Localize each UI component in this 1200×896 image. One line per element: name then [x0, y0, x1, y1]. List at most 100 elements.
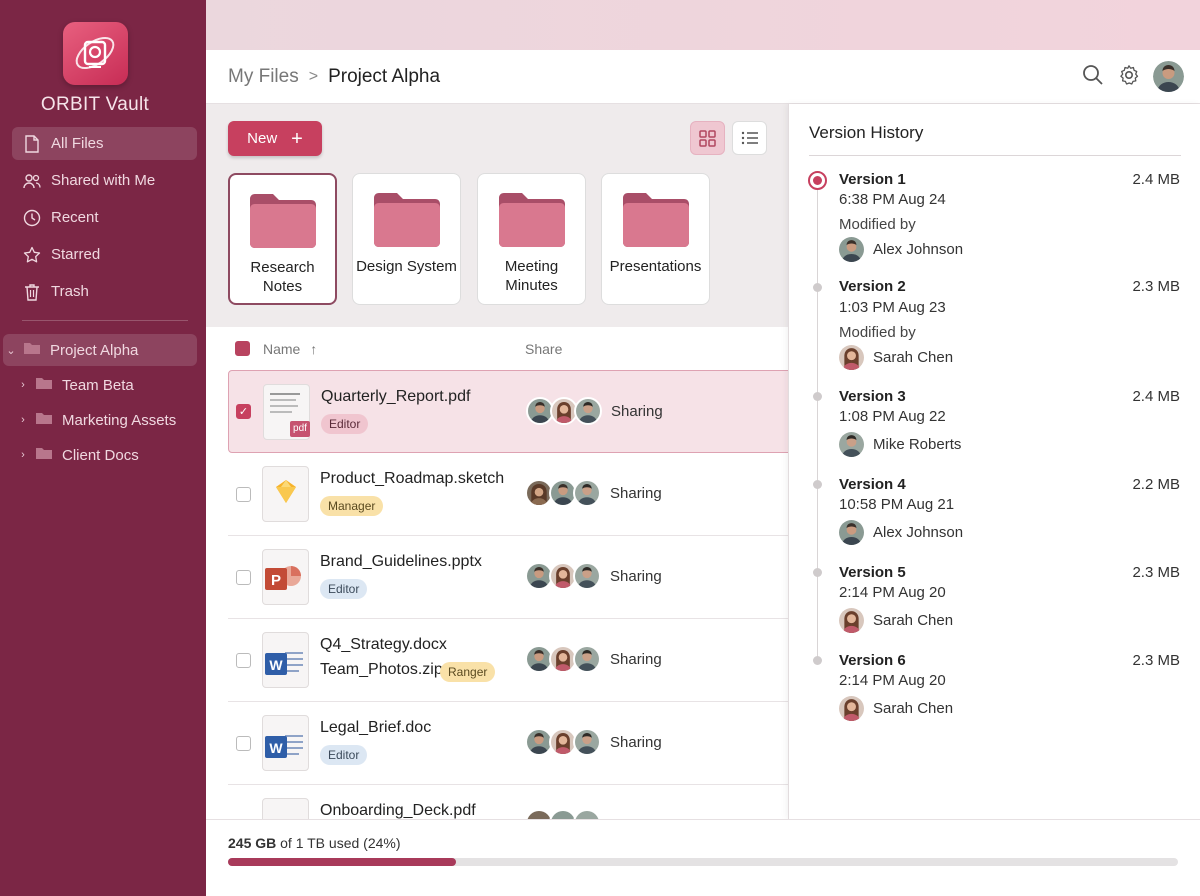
tree-label: Team Beta	[62, 376, 134, 394]
table-row[interactable]: ✓ pdf Quarterly_Report.pdf Editor Sharin…	[228, 370, 788, 453]
docx-file-icon: W	[262, 632, 309, 688]
file-name[interactable]: Q4_Strategy.docx	[320, 636, 447, 654]
avatar	[839, 237, 864, 262]
timeline-dot	[813, 656, 822, 665]
tree-item-project-alpha[interactable]: ⌄ Project Alpha	[3, 334, 197, 366]
file-name[interactable]: Onboarding_Deck.pdf	[320, 802, 476, 819]
version-name[interactable]: Version 3	[839, 388, 906, 405]
folder-card-presentations[interactable]: Presentations	[601, 173, 710, 305]
user-avatar[interactable]	[1153, 61, 1184, 92]
sharing-label[interactable]: Sharing	[610, 568, 662, 585]
file-icon	[23, 134, 41, 153]
column-name-label: Name	[263, 341, 301, 357]
pdf-file-icon	[262, 798, 309, 819]
tree-item-marketing-assets[interactable]: › Marketing Assets	[15, 404, 176, 436]
folder-card-meeting-minutes[interactable]: Meeting Minutes	[477, 173, 586, 305]
avatar	[574, 397, 602, 425]
nav-starred[interactable]: Starred	[12, 238, 197, 271]
sharing-label[interactable]: Sharing	[610, 485, 662, 502]
gear-icon[interactable]	[1118, 64, 1140, 91]
chevron-right-icon[interactable]: ›	[15, 449, 31, 461]
nav-label: Recent	[51, 209, 99, 226]
modified-by-label: Modified by	[839, 324, 916, 341]
tree-item-team-beta[interactable]: › Team Beta	[15, 369, 134, 401]
user-name: Alex Johnson	[873, 241, 964, 258]
sharing-label[interactable]: Sharing	[610, 734, 662, 751]
share-avatars	[526, 397, 602, 425]
version-user: Mike Roberts	[839, 432, 961, 457]
nav-all-files[interactable]: All Files	[12, 127, 197, 160]
user-name: Mike Roberts	[873, 436, 962, 453]
version-time: 10:58 PM Aug 21	[839, 496, 955, 513]
folder-icon	[23, 341, 41, 359]
folder-card-design-system[interactable]: Design System	[352, 173, 461, 305]
new-button[interactable]: New +	[228, 121, 322, 156]
breadcrumb: My Files > Project Alpha	[228, 66, 440, 88]
version-name[interactable]: Version 1	[839, 171, 906, 188]
folder-icon	[373, 193, 440, 247]
nav-recent[interactable]: Recent	[12, 201, 197, 234]
version-name[interactable]: Version 4	[839, 476, 906, 493]
select-all-checkbox[interactable]	[235, 341, 250, 356]
table-row[interactable]: W Q4_Strategy.docx Team_Photos.zip Range…	[228, 619, 788, 702]
table-row[interactable]: Product_Roadmap.sketch Manager Sharing	[228, 453, 788, 536]
version-name[interactable]: Version 5	[839, 564, 906, 581]
avatar	[839, 520, 864, 545]
search-icon[interactable]	[1082, 64, 1104, 91]
chevron-right-icon[interactable]: ›	[15, 379, 31, 391]
file-name[interactable]: Quarterly_Report.pdf	[321, 388, 470, 406]
row-checkbox[interactable]: ✓	[236, 404, 251, 419]
app-logo[interactable]	[63, 22, 128, 85]
folder-icon	[249, 194, 316, 248]
panel-divider	[809, 155, 1181, 156]
list-view-button[interactable]	[732, 121, 767, 155]
version-name[interactable]: Version 6	[839, 652, 906, 669]
chevron-right-icon[interactable]: ›	[15, 414, 31, 426]
storage-used: 245 GB	[228, 835, 277, 851]
role-badge: Editor	[320, 579, 368, 599]
role-badge: Editor	[320, 745, 368, 765]
avatar	[573, 728, 601, 756]
file-name[interactable]: Brand_Guidelines.pptx	[320, 553, 482, 571]
row-checkbox[interactable]	[236, 570, 251, 585]
version-name[interactable]: Version 2	[839, 278, 906, 295]
folder-card-research-notes[interactable]: Research Notes	[228, 173, 337, 305]
tree-label: Client Docs	[62, 446, 139, 464]
chevron-down-icon[interactable]: ⌄	[3, 344, 19, 357]
window-top-bar	[206, 0, 1200, 50]
modified-by-label: Modified by	[839, 216, 916, 233]
sharing-label[interactable]: Sharing	[611, 403, 663, 420]
tree-item-client-docs[interactable]: › Client Docs	[15, 439, 139, 471]
breadcrumb-separator: >	[308, 68, 319, 85]
file-name-secondary[interactable]: Team_Photos.zip	[320, 661, 443, 679]
table-row[interactable]: Onboarding_Deck.pdf	[228, 785, 788, 819]
user-name: Sarah Chen	[873, 349, 954, 366]
list-icon	[741, 131, 758, 145]
nav-trash[interactable]: Trash	[12, 275, 197, 308]
version-user: Sarah Chen	[839, 608, 953, 633]
sharing-label[interactable]: Sharing	[610, 651, 662, 668]
doc-file-icon: W	[262, 715, 309, 771]
breadcrumb-root[interactable]: My Files	[228, 66, 299, 88]
storage-progress-bar	[228, 858, 1178, 866]
share-avatars	[525, 562, 601, 590]
row-checkbox[interactable]	[236, 653, 251, 668]
version-user: Sarah Chen	[839, 345, 953, 370]
column-share-header[interactable]: Share	[525, 341, 562, 357]
share-avatars	[525, 809, 601, 819]
column-name-header[interactable]: Name ↑	[263, 341, 317, 357]
avatar	[839, 432, 864, 457]
header: My Files > Project Alpha	[206, 50, 1200, 104]
file-name[interactable]: Product_Roadmap.sketch	[320, 470, 504, 488]
grid-view-button[interactable]	[690, 121, 725, 155]
row-checkbox[interactable]	[236, 736, 251, 751]
file-name[interactable]: Legal_Brief.doc	[320, 719, 431, 737]
table-row[interactable]: P Brand_Guidelines.pptx Editor Sharing	[228, 536, 788, 619]
sort-arrow-icon: ↑	[310, 341, 318, 357]
share-avatars	[525, 645, 601, 673]
user-name: Sarah Chen	[873, 612, 954, 629]
table-row[interactable]: W Legal_Brief.doc Editor Sharing	[228, 702, 788, 785]
row-checkbox[interactable]	[236, 487, 251, 502]
main-content: New + Research Notes Design System Meeti…	[206, 104, 788, 819]
nav-shared-with-me[interactable]: Shared with Me	[12, 164, 197, 197]
